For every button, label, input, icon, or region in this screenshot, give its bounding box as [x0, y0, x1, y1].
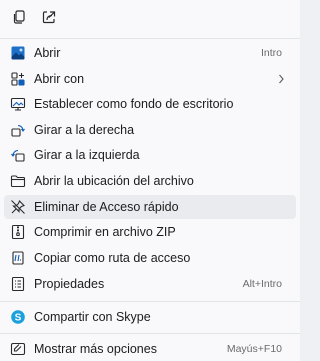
unpin-icon — [10, 199, 26, 215]
menu-item-set-wallpaper[interactable]: Establecer como fondo de escritorio — [4, 92, 296, 116]
divider — [0, 38, 300, 39]
menu-item-label: Establecer como fondo de escritorio — [34, 97, 234, 111]
menu-item-copy-path[interactable]: Copiar como ruta de acceso — [4, 246, 296, 270]
menu-item-shortcut: Intro — [260, 47, 282, 59]
menu-item-compress-zip[interactable]: Comprimir en archivo ZIP — [4, 220, 296, 244]
skype-icon: S — [10, 309, 26, 325]
menu-item-label: Abrir con — [34, 72, 85, 86]
properties-icon — [10, 276, 26, 292]
menu-item-label: Compartir con Skype — [34, 310, 151, 324]
context-menu: Abrir Intro Abrir con Establecer como fo… — [0, 0, 300, 361]
menu-item-abrir[interactable]: Abrir Intro — [4, 41, 296, 65]
quick-actions-bar — [0, 0, 300, 38]
menu-item-show-more-options[interactable]: Mostrar más opciones Mayús+F10 — [4, 337, 296, 361]
menu-item-rotate-right[interactable]: Girar a la derecha — [4, 118, 296, 142]
image-file-icon — [10, 45, 26, 61]
copy-icon — [11, 9, 27, 30]
menu-item-share-skype[interactable]: S Compartir con Skype — [4, 305, 296, 329]
menu-item-label: Girar a la izquierda — [34, 148, 140, 162]
menu-item-label: Abrir la ubicación del archivo — [34, 174, 194, 188]
menu-item-shortcut: Mayús+F10 — [226, 343, 282, 355]
menu-item-label: Mostrar más opciones — [34, 342, 157, 356]
menu-item-label: Comprimir en archivo ZIP — [34, 225, 176, 239]
menu-item-open-location[interactable]: Abrir la ubicación del archivo — [4, 169, 296, 193]
svg-text:S: S — [15, 313, 22, 324]
chevron-right-icon — [276, 73, 286, 85]
divider — [0, 333, 300, 334]
copy-path-icon — [10, 250, 26, 266]
rotate-right-icon — [10, 122, 26, 138]
share-icon — [41, 9, 57, 30]
menu-item-properties[interactable]: Propiedades Alt+Intro — [4, 272, 296, 296]
menu-item-label: Copiar como ruta de acceso — [34, 251, 191, 265]
menu-item-label: Abrir — [34, 46, 61, 60]
menu-item-unpin-quick-access[interactable]: Eliminar de Acceso rápido — [4, 195, 296, 219]
menu-item-label: Eliminar de Acceso rápido — [34, 200, 179, 214]
wallpaper-icon — [10, 96, 26, 112]
copy-button[interactable] — [8, 8, 30, 30]
divider — [0, 301, 300, 302]
menu-item-abrir-con[interactable]: Abrir con — [4, 67, 296, 91]
rotate-left-icon — [10, 147, 26, 163]
menu-item-label: Girar a la derecha — [34, 123, 135, 137]
share-button[interactable] — [38, 8, 60, 30]
menu-item-shortcut: Alt+Intro — [242, 278, 282, 290]
zip-icon — [10, 224, 26, 240]
open-with-icon — [10, 71, 26, 87]
menu-item-rotate-left[interactable]: Girar a la izquierda — [4, 143, 296, 167]
menu-item-label: Propiedades — [34, 277, 105, 291]
more-options-icon — [10, 341, 26, 357]
folder-icon — [10, 173, 26, 189]
